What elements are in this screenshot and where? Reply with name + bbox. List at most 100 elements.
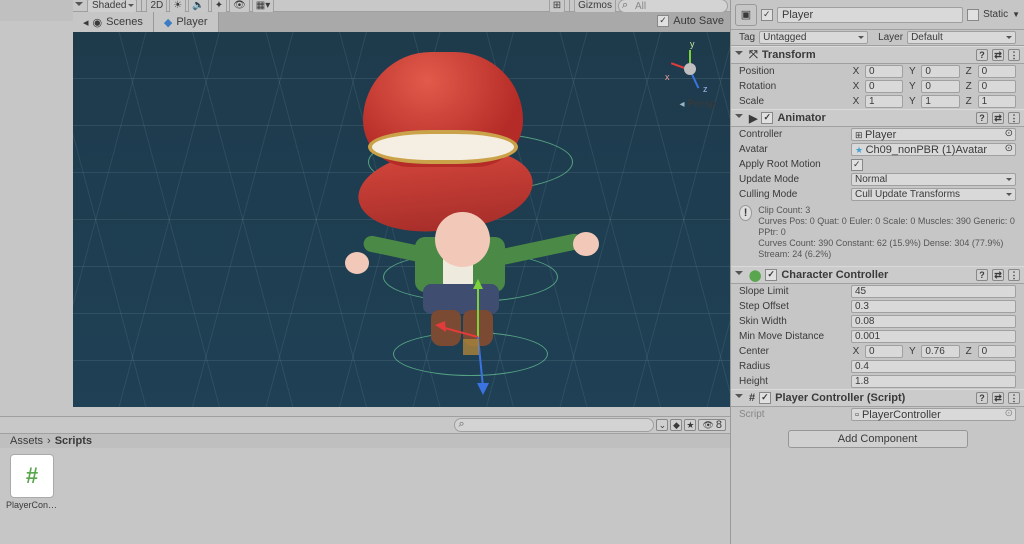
pos-x-input[interactable] [865, 65, 903, 78]
object-name-input[interactable]: Player [777, 7, 963, 23]
preset-icon[interactable]: ⇄ [992, 112, 1004, 124]
avatar-label: Avatar [739, 144, 847, 155]
back-icon: ◂ [83, 16, 89, 29]
scale-label: Scale [739, 96, 847, 107]
project-breadcrumb: Assets › Scripts [0, 433, 730, 448]
scene-search-input[interactable]: All [618, 0, 728, 13]
gameobject-icon[interactable]: ▣ [735, 4, 757, 26]
tag-layer-row: Tag Untagged Layer Default [731, 30, 1024, 46]
pos-z-input[interactable] [978, 65, 1016, 78]
context-menu-icon[interactable]: ⋮ [1008, 269, 1020, 281]
position-row: Position X Y Z [731, 64, 1024, 79]
preset-icon[interactable]: ⇄ [992, 392, 1004, 404]
filter-by-label-icon[interactable]: ◆ [670, 419, 682, 431]
layer-dropdown[interactable]: Default [907, 31, 1016, 44]
asset-script-playercontroller[interactable]: # PlayerCont... [6, 454, 58, 538]
component-title: Animator [777, 112, 825, 124]
skin-label: Skin Width [739, 316, 847, 327]
culling-mode-dropdown[interactable]: Cull Update Transforms [851, 188, 1016, 201]
script-field[interactable]: ▫ PlayerController [851, 408, 1016, 421]
update-mode-label: Update Mode [739, 174, 847, 185]
filter-by-type-icon[interactable]: ⌄ [656, 419, 668, 431]
component-title: Character Controller [781, 269, 888, 281]
position-label: Position [739, 66, 847, 77]
component-header-animator[interactable]: ▶ Animator ?⇄⋮ [731, 109, 1024, 127]
pos-y-input[interactable] [921, 65, 959, 78]
tab-scenes-label: Scenes [106, 16, 143, 28]
component-header-character-controller[interactable]: ⬤ Character Controller ? ⇄ ⋮ [731, 266, 1024, 284]
foldout-icon[interactable] [735, 394, 743, 402]
static-checkbox[interactable] [967, 9, 979, 21]
scl-y-input[interactable] [921, 95, 959, 108]
character-controller-icon: ⬤ [749, 269, 761, 282]
scl-x-input[interactable] [865, 95, 903, 108]
scl-z-input[interactable] [978, 95, 1016, 108]
hidden-items-count[interactable]: 👁8 [698, 419, 726, 431]
slope-input[interactable] [851, 285, 1016, 298]
cc-enable-checkbox[interactable] [765, 269, 777, 281]
scene-icon: ◉ [93, 16, 103, 29]
component-header-transform[interactable]: ⤧ Transform ? ⇄ ⋮ [731, 46, 1024, 64]
tab-prefab-player[interactable]: ◆ Player [154, 12, 219, 32]
scene-tabbar: ◂ ◉ Scenes ◆ Player Auto Save [73, 12, 730, 32]
breadcrumb-scripts[interactable]: Scripts [55, 435, 92, 447]
foldout-icon[interactable] [735, 51, 743, 59]
context-menu-icon[interactable]: ⋮ [1008, 392, 1020, 404]
help-icon[interactable]: ? [976, 392, 988, 404]
csharp-script-icon: # [10, 454, 54, 498]
radius-input[interactable] [851, 360, 1016, 373]
component-header-player-controller[interactable]: # Player Controller (Script) ?⇄⋮ [731, 389, 1024, 407]
context-menu-icon[interactable]: ⋮ [1008, 112, 1020, 124]
project-search-input[interactable] [454, 418, 654, 432]
context-menu-icon[interactable]: ⋮ [1008, 49, 1020, 61]
add-component-button[interactable]: Add Component [788, 430, 968, 448]
auto-save-checkbox[interactable] [657, 15, 669, 27]
save-search-icon[interactable]: ★ [684, 419, 696, 431]
preset-icon[interactable]: ⇄ [992, 49, 1004, 61]
rot-x-input[interactable] [865, 80, 903, 93]
center-x-input[interactable] [865, 345, 903, 358]
foldout-icon[interactable] [735, 271, 743, 279]
tab-scenes[interactable]: ◂ ◉ Scenes [73, 12, 154, 32]
info-line: Clip Count: 3 [758, 205, 1016, 216]
auto-save-toggle[interactable]: Auto Save [657, 12, 724, 30]
slope-label: Slope Limit [739, 286, 847, 297]
script-enable-checkbox[interactable] [759, 392, 771, 404]
center-z-input[interactable] [978, 345, 1016, 358]
avatar-field[interactable]: ★ Ch09_nonPBR (1)Avatar [851, 143, 1016, 156]
project-grid[interactable]: # PlayerCont... [0, 448, 730, 544]
chevron-right-icon: › [47, 435, 51, 447]
foldout-icon[interactable] [735, 114, 743, 122]
breadcrumb-assets[interactable]: Assets [10, 435, 43, 447]
apply-root-checkbox[interactable] [851, 159, 863, 171]
component-title: Transform [762, 49, 816, 61]
active-checkbox[interactable] [761, 9, 773, 21]
help-icon[interactable]: ? [976, 112, 988, 124]
skin-input[interactable] [851, 315, 1016, 328]
help-icon[interactable]: ? [976, 269, 988, 281]
move-gizmo[interactable] [433, 277, 523, 397]
scene-view[interactable]: y x z ◂ Persp [73, 32, 730, 407]
animator-info-box: ! Clip Count: 3 Curves Pos: 0 Quat: 0 Eu… [731, 202, 1024, 266]
rot-y-input[interactable] [921, 80, 959, 93]
shading-mode-dropdown[interactable]: Shaded [87, 0, 137, 13]
preset-icon[interactable]: ⇄ [992, 269, 1004, 281]
minmove-input[interactable] [851, 330, 1016, 343]
asset-label: PlayerCont... [6, 500, 58, 510]
update-mode-dropdown[interactable]: Normal [851, 173, 1016, 186]
center-y-input[interactable] [921, 345, 959, 358]
help-icon[interactable]: ? [976, 49, 988, 61]
controller-field[interactable]: ⊞ Player [851, 128, 1016, 141]
rot-z-input[interactable] [978, 80, 1016, 93]
step-label: Step Offset [739, 301, 847, 312]
step-input[interactable] [851, 300, 1016, 313]
static-dropdown-icon[interactable]: ▼ [1012, 10, 1020, 19]
info-icon: ! [739, 205, 752, 221]
shading-caret-icon [75, 2, 83, 10]
animator-enable-checkbox[interactable] [761, 112, 773, 124]
projection-label[interactable]: ◂ Persp [679, 98, 716, 110]
height-input[interactable] [851, 375, 1016, 388]
script-icon: # [749, 392, 755, 404]
tag-dropdown[interactable]: Untagged [759, 31, 868, 44]
orientation-gizmo[interactable]: y x z [663, 42, 718, 97]
